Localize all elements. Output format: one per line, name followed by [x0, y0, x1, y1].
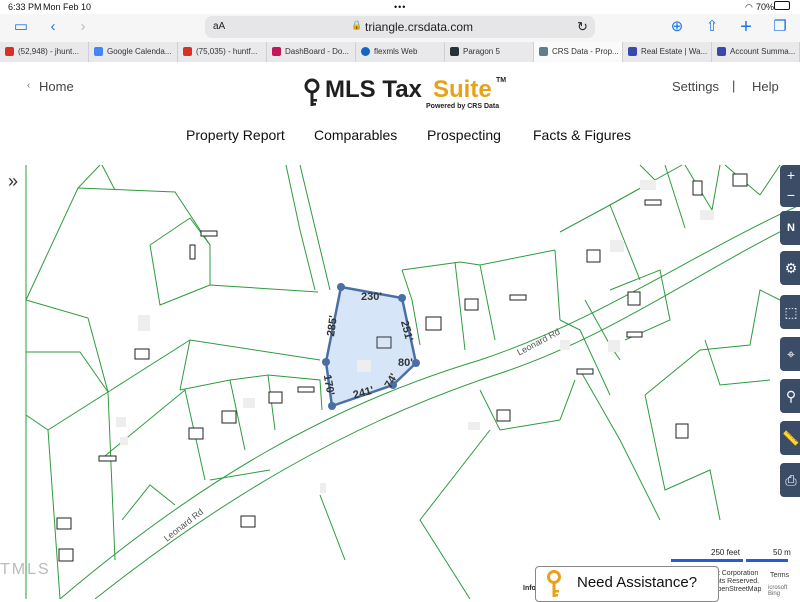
reload-icon[interactable]: ↻ — [577, 19, 588, 35]
calendar-icon — [94, 47, 103, 56]
crs-icon — [539, 47, 548, 56]
url-text[interactable]: triangle.crsdata.com — [365, 20, 473, 34]
nav-prospecting[interactable]: Prospecting — [427, 127, 501, 143]
status-battery: 70% — [756, 2, 775, 12]
search-icon[interactable]: ⚲ — [780, 379, 800, 413]
flag-icon — [717, 47, 726, 56]
attribution: ghts Reserved. — [712, 578, 760, 585]
browser-tab[interactable]: Paragon 5 — [445, 42, 534, 62]
address-bar[interactable]: aA 🔒 triangle.crsdata.com ↻ — [205, 16, 595, 38]
nav-facts-figures[interactable]: Facts & Figures — [533, 127, 631, 143]
status-date: Mon Feb 10 — [43, 2, 92, 12]
zoom-out-icon[interactable]: − — [787, 187, 795, 203]
wifi-icon: ◠ — [745, 2, 753, 12]
help-link[interactable]: Help — [752, 79, 779, 94]
status-bar: 6:33 PM Mon Feb 10 ••• ◠ 70% — [0, 0, 800, 14]
status-time: 6:33 PM — [8, 2, 42, 12]
download-icon[interactable]: ⊕ — [668, 18, 686, 36]
dimension-label: 230' — [361, 291, 382, 303]
nav-comparables[interactable]: Comparables — [314, 127, 397, 143]
browser-tab[interactable]: (75,035) - huntf... — [178, 42, 267, 62]
shaded-structures — [116, 180, 714, 493]
logo-accent-text: Suite — [433, 76, 492, 103]
tabs-overview-icon[interactable]: ❐ — [771, 18, 789, 36]
parcel-lines — [25, 164, 800, 599]
logo-text: MLS Tax — [325, 76, 429, 103]
gmail-icon — [5, 47, 14, 56]
share-icon[interactable]: ⇧ — [703, 18, 721, 36]
dimension-label: 80' — [398, 357, 413, 369]
logo-subtitle: Powered by CRS Data — [426, 103, 500, 110]
back-icon[interactable]: ‹ — [44, 18, 62, 36]
more-dots-icon: ••• — [394, 2, 407, 12]
key-icon — [304, 78, 320, 106]
paragon-icon — [450, 47, 459, 56]
site-header: ‹ Home MLS Tax Suite TM Powered by CRS D… — [0, 62, 800, 158]
browser-tab[interactable]: Google Calenda... — [89, 42, 178, 62]
need-assistance-label: Need Assistance? — [577, 574, 698, 591]
home-link[interactable]: Home — [39, 79, 74, 94]
compass-north-button[interactable]: N — [780, 211, 800, 245]
header-separator: | — [732, 78, 736, 93]
gmail-icon — [183, 47, 192, 56]
browser-tab[interactable]: Account Summa... — [712, 42, 800, 62]
scale-bar-feet — [671, 559, 743, 562]
forward-icon[interactable]: › — [74, 18, 92, 36]
attribution: OpenStreetMap — [712, 586, 762, 593]
gear-icon[interactable]: ⚙ — [780, 251, 800, 285]
scale-meters: 50 m — [773, 548, 791, 557]
terms-link[interactable]: Terms — [770, 572, 789, 579]
battery-icon — [774, 1, 790, 10]
watermark: TMLS — [0, 561, 51, 578]
info-link[interactable]: Info — [523, 585, 536, 592]
scale-feet: 250 feet — [711, 548, 740, 557]
chevron-left-icon: ‹ — [27, 80, 31, 91]
browser-tab[interactable]: flexmls Web — [356, 42, 445, 62]
expand-panel-icon[interactable]: » — [8, 171, 18, 192]
measure-icon[interactable]: 📏 — [780, 421, 800, 455]
browser-tab[interactable]: DashBoard - Do... — [267, 42, 356, 62]
text-size-button[interactable]: aA — [213, 21, 225, 32]
print-icon[interactable]: ⎙ — [780, 463, 800, 497]
logo-trademark: TM — [496, 77, 507, 84]
flexmls-icon — [361, 47, 370, 56]
locate-icon[interactable]: ⌖ — [780, 337, 800, 371]
browser-tab[interactable]: (52,948) - jhunt... — [0, 42, 89, 62]
need-assistance-button[interactable]: Need Assistance? — [535, 566, 719, 602]
attribution: icrosoft Bing — [768, 585, 788, 597]
zoom-in-icon[interactable]: + — [787, 167, 795, 183]
browser-tab[interactable]: Real Estate | Wa... — [623, 42, 712, 62]
settings-link[interactable]: Settings — [672, 79, 719, 94]
key-icon — [547, 570, 561, 597]
tab-strip: (52,948) - jhunt... Google Calenda... (7… — [0, 42, 800, 63]
sidebar-icon[interactable]: ▭ — [12, 18, 30, 36]
dashboard-icon — [272, 47, 281, 56]
parcel-map[interactable]: 230' 251' 80' 74' 241' 170' 285' Leonard… — [0, 157, 800, 599]
zoom-control[interactable]: + − — [780, 165, 800, 207]
select-area-icon[interactable]: ⬚ — [780, 295, 800, 329]
nav-property-report[interactable]: Property Report — [186, 127, 285, 143]
mls-tax-suite-logo[interactable]: MLS Tax Suite TM Powered by CRS Data — [303, 74, 508, 114]
lock-icon: 🔒 — [351, 20, 363, 30]
scale-bar-meters — [746, 559, 788, 562]
browser-tab-active[interactable]: CRS Data - Prop... — [534, 42, 623, 62]
new-tab-icon[interactable]: + — [737, 17, 755, 37]
flag-icon — [628, 47, 637, 56]
